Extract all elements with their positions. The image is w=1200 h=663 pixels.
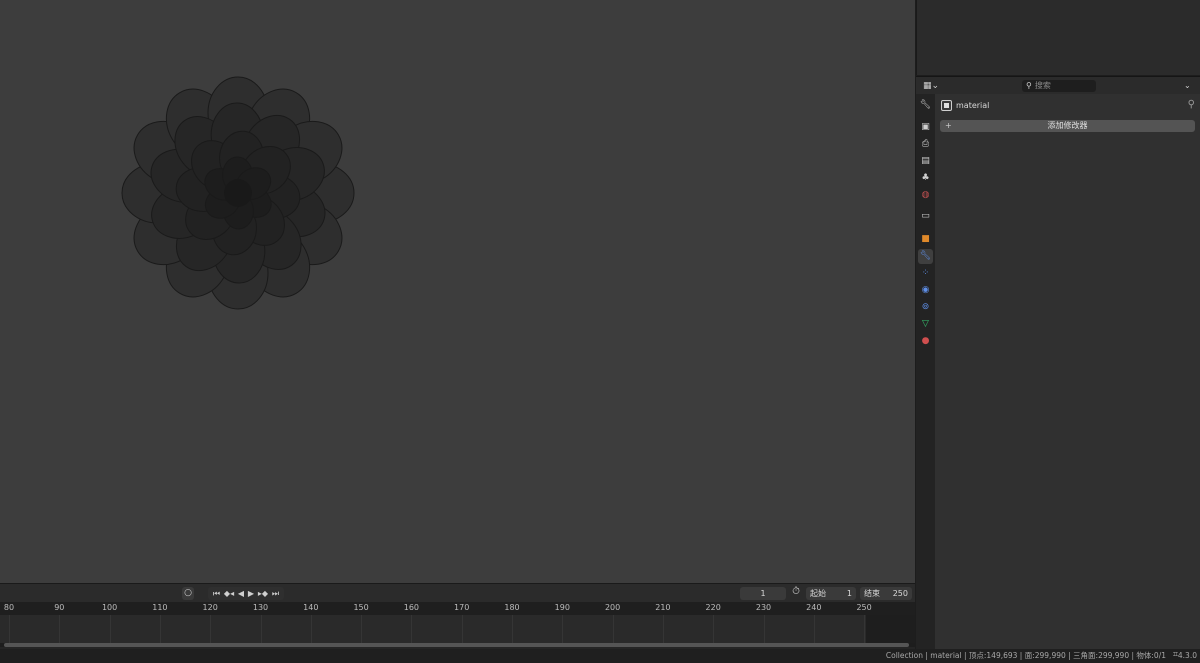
3d-viewport[interactable] [0, 0, 915, 583]
play-icon[interactable]: ▶ [248, 587, 254, 600]
start-frame-label: 起始 [810, 589, 826, 598]
ruler-tick-label: 90 [54, 603, 65, 612]
track-gridline [361, 615, 363, 643]
ruler-tick-label: 250 [856, 603, 872, 612]
jump-end-icon[interactable]: ⏭ [272, 587, 279, 600]
jump-keyframe-next-icon[interactable]: ▸◆ [258, 587, 268, 600]
start-frame-value: 1 [846, 589, 852, 598]
track-gridline [864, 615, 866, 643]
track-gridline [59, 615, 61, 643]
material-icon[interactable]: ● [918, 334, 933, 349]
current-frame-field[interactable]: 1 [740, 587, 786, 600]
track-gridline [763, 615, 765, 643]
track-gridline [9, 615, 10, 643]
search-placeholder: 搜索 [1034, 81, 1051, 90]
add-modifier-label: 添加修改器 [1047, 121, 1088, 130]
timeline-track[interactable] [0, 615, 915, 643]
playback-controls: ⏮ ◆◂ ◀ ▶ ▸◆ ⏭ [208, 587, 284, 600]
scene-icon[interactable]: ♣ [918, 171, 933, 186]
record-icon[interactable]: ○ [182, 587, 194, 600]
properties-tabs: 🔧︎ ▣ ⎙ ▤ ♣ ◍ ▭ ■ 🔧︎ ⁘ ◉ ⊚ ▽ ● [916, 94, 935, 649]
track-gridline [662, 615, 664, 643]
end-frame-value: 250 [892, 589, 908, 598]
ruler-tick-label: 140 [303, 603, 319, 612]
jump-start-icon[interactable]: ⏮ [213, 587, 220, 600]
search-input[interactable]: ⚲ 搜索 [1022, 80, 1096, 92]
properties-panel: material ⚲ + 添加修改器 [935, 94, 1200, 649]
ruler-tick-label: 150 [353, 603, 369, 612]
collection-icon[interactable]: ▭ [918, 209, 933, 224]
stopwatch-icon[interactable]: ⏱ [789, 586, 803, 600]
world-icon[interactable]: ◍ [918, 188, 933, 203]
search-icon: ⚲ [1026, 81, 1032, 90]
ruler-tick-label: 230 [755, 603, 772, 612]
ruler-tick-label: 240 [806, 603, 822, 612]
particles-icon[interactable]: ⁘ [918, 266, 933, 281]
track-gridline [512, 615, 513, 643]
track-gridline [411, 615, 413, 643]
track-gridline [562, 615, 564, 643]
track-gridline [461, 615, 463, 643]
track-gridline [713, 615, 715, 643]
plus-icon: + [945, 121, 952, 130]
track-gridline [612, 615, 614, 643]
track-gridline [813, 615, 815, 643]
render-icon[interactable]: ▣ [918, 120, 933, 135]
ruler-tick-label: 110 [152, 603, 168, 612]
tool-icon[interactable]: 🔧︎ [918, 98, 933, 113]
track-gridline [159, 615, 161, 643]
physics-icon[interactable]: ◉ [918, 283, 933, 298]
object-name: material [956, 101, 990, 110]
properties-header: ▦⌄ ⚲ 搜索 ⌄ [916, 76, 1200, 94]
context-row: material ⚲ [940, 98, 1195, 114]
add-modifier-button[interactable]: + 添加修改器 [940, 120, 1195, 132]
end-frame-label: 结束 [864, 589, 880, 598]
start-frame-field[interactable]: 起始 1 [806, 587, 856, 600]
chevron-down-icon[interactable]: ⌄ [1184, 80, 1191, 92]
timeline-out-of-range [866, 615, 915, 643]
ruler-tick-label: 220 [705, 603, 721, 612]
play-reverse-icon[interactable]: ◀ [238, 587, 244, 600]
end-frame-field[interactable]: 结束 250 [860, 587, 912, 600]
object-icon [941, 100, 952, 111]
track-gridline [210, 615, 212, 643]
properties-editor-icon[interactable]: ▦⌄ [923, 80, 939, 92]
outliner-area[interactable] [916, 0, 1200, 75]
view-layer-icon[interactable]: ▤ [918, 154, 933, 169]
ruler-tick-label: 100 [101, 603, 118, 612]
timeline-header: ○ ⏮ ◆◂ ◀ ▶ ▸◆ ⏭ 1 ⏱ 起始 1 结束 250 [0, 583, 915, 602]
timeline-ruler[interactable]: 80 90 100 110 120 130 140 150 160 170 180 190 200 210… [0, 602, 915, 615]
track-gridline [109, 615, 111, 643]
status-bar: Collection | material | 顶点:149,693 | 面:2… [0, 649, 1200, 663]
pin-icon[interactable]: ⚲ [1188, 99, 1195, 110]
data-icon[interactable]: ▽ [918, 317, 933, 332]
track-gridline [310, 615, 312, 643]
scene-statistics: Collection | material | 顶点:149,693 | 面:2… [885, 651, 1166, 660]
ruler-tick-label: 130 [252, 603, 269, 612]
flower-model[interactable] [0, 0, 915, 583]
version-label: 4.3.0 [1177, 651, 1197, 660]
ruler-tick-label: 180 [504, 603, 520, 612]
constraints-icon[interactable]: ⊚ [918, 300, 933, 315]
modifier-icon[interactable]: 🔧︎ [918, 249, 933, 264]
output-icon[interactable]: ⎙ [918, 137, 933, 152]
jump-keyframe-prev-icon[interactable]: ◆◂ [224, 587, 234, 600]
ruler-tick-label: 120 [202, 603, 218, 612]
ruler-tick-label: 190 [554, 603, 570, 612]
track-gridline [260, 615, 262, 643]
object-icon[interactable]: ■ [918, 232, 933, 247]
ruler-tick-label: 80 [3, 603, 15, 612]
ruler-tick-label: 200 [604, 603, 621, 612]
ruler-tick-label: 170 [454, 603, 470, 612]
ruler-tick-label: 210 [655, 603, 671, 612]
ruler-tick-label: 160 [403, 603, 420, 612]
